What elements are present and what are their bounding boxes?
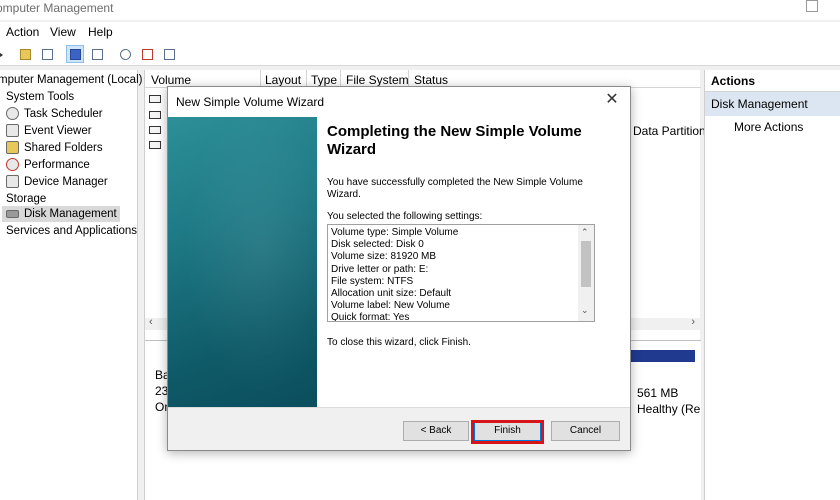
tree-item-label: Services and Applications bbox=[6, 225, 138, 237]
shared-folders-icon bbox=[6, 141, 19, 154]
more-actions-link[interactable]: More Actions bbox=[734, 120, 803, 134]
column-type[interactable]: Type bbox=[311, 73, 337, 87]
tree-item-storage[interactable]: Storage bbox=[6, 191, 46, 207]
dialog-footer: < Back Finish Cancel bbox=[168, 407, 630, 450]
list-view-icon[interactable] bbox=[160, 45, 178, 63]
menu-view[interactable]: View bbox=[50, 25, 76, 39]
tree-item-event-viewer[interactable]: Event Viewer bbox=[2, 123, 92, 139]
actions-pane: Actions Disk Management More Actions bbox=[704, 70, 840, 500]
volume-row-icon[interactable] bbox=[149, 95, 161, 103]
actions-section-disk-management[interactable]: Disk Management bbox=[705, 92, 840, 116]
tree-item-disk-management[interactable]: Disk Management bbox=[2, 206, 120, 222]
scrollbar-thumb[interactable] bbox=[581, 241, 591, 287]
dialog-titlebar: New Simple Volume Wizard ✕ bbox=[168, 87, 630, 117]
volume-row-icon[interactable] bbox=[149, 126, 161, 134]
device-manager-icon bbox=[6, 175, 19, 188]
settings-list: Volume type: Simple Volume Disk selected… bbox=[331, 227, 576, 322]
tree-item-device-manager[interactable]: Device Manager bbox=[2, 174, 108, 190]
back-button[interactable]: < Back bbox=[403, 421, 469, 441]
scroll-up-icon[interactable]: ⌃ bbox=[581, 227, 589, 238]
settings-scrollbar[interactable]: ⌃ ⌄ bbox=[578, 225, 594, 321]
tree-item-label: Storage bbox=[6, 193, 47, 205]
tree-item-label: System Tools bbox=[6, 91, 75, 103]
performance-icon bbox=[6, 158, 19, 171]
settings-label: You selected the following settings: bbox=[327, 211, 483, 222]
column-status[interactable]: Status bbox=[414, 73, 448, 87]
tree-item-performance[interactable]: Performance bbox=[2, 157, 90, 173]
help-icon[interactable] bbox=[66, 45, 84, 63]
setting-line: Volume size: 81920 MB bbox=[331, 251, 437, 263]
dialog-title: New Simple Volume Wizard bbox=[176, 95, 325, 109]
setting-line: Disk selected: Disk 0 bbox=[331, 239, 424, 251]
setting-line: Volume type: Simple Volume bbox=[331, 227, 459, 238]
setting-line: Volume label: New Volume bbox=[331, 300, 450, 312]
menu-help[interactable]: Help bbox=[88, 25, 113, 39]
setting-line: Quick format: Yes bbox=[331, 312, 410, 322]
wizard-heading: Completing the New Simple Volume Wizard bbox=[327, 123, 582, 158]
wizard-success-text: You have successfully completed the New … bbox=[327, 177, 583, 200]
volume-row-icon[interactable] bbox=[149, 141, 161, 149]
menu-bar: Action View Help bbox=[0, 22, 840, 42]
scroll-left-icon[interactable]: ‹ bbox=[149, 316, 153, 328]
tree-item-label: Disk Management bbox=[24, 208, 117, 220]
tree-item-label: Shared Folders bbox=[24, 142, 103, 154]
up-folder-icon[interactable] bbox=[16, 45, 34, 63]
properties-icon[interactable] bbox=[88, 45, 106, 63]
window-title: omputer Management bbox=[0, 1, 114, 15]
settings-listbox[interactable]: Volume type: Simple Volume Disk selected… bbox=[327, 224, 595, 322]
wizard-banner-image bbox=[168, 117, 318, 407]
tree-item-label: Task Scheduler bbox=[24, 108, 103, 120]
connect-icon[interactable] bbox=[116, 45, 134, 63]
event-viewer-icon bbox=[6, 124, 19, 137]
finish-highlight-box bbox=[471, 420, 544, 444]
disk-icon bbox=[6, 210, 19, 218]
console-tree: mputer Management (Local) System Tools T… bbox=[0, 70, 142, 500]
setting-line: File system: NTFS bbox=[331, 275, 414, 287]
tree-item-label: Event Viewer bbox=[24, 125, 92, 137]
volume-row-icon[interactable] bbox=[149, 111, 161, 119]
tree-item-shared-folders[interactable]: Shared Folders bbox=[2, 140, 103, 156]
partition-size: 561 MB bbox=[637, 386, 679, 400]
cancel-button[interactable]: Cancel bbox=[551, 421, 620, 441]
column-volume[interactable]: Volume bbox=[151, 73, 191, 87]
clock-icon bbox=[6, 107, 19, 120]
tree-item-system-tools[interactable]: System Tools bbox=[6, 89, 74, 105]
tree-item-label: Device Manager bbox=[24, 176, 108, 188]
window-titlebar: omputer Management bbox=[0, 0, 840, 20]
maximize-button[interactable] bbox=[806, 0, 818, 12]
tree-root[interactable]: mputer Management (Local) bbox=[0, 72, 142, 88]
close-instruction-text: To close this wizard, click Finish. bbox=[327, 337, 471, 348]
partition-status: Healthy (Re bbox=[637, 402, 701, 416]
close-icon[interactable]: ✕ bbox=[604, 92, 620, 108]
column-layout[interactable]: Layout bbox=[265, 73, 301, 87]
new-simple-volume-wizard-dialog: New Simple Volume Wizard ✕ Completing th… bbox=[167, 86, 631, 451]
volume-status-text: Data Partition bbox=[633, 124, 706, 138]
check-icon[interactable] bbox=[138, 45, 156, 63]
column-file-system[interactable]: File System bbox=[346, 73, 409, 87]
toolbar bbox=[0, 42, 840, 66]
partition-bar[interactable] bbox=[629, 350, 695, 362]
tree-item-services-and-applications[interactable]: Services and Applications bbox=[6, 223, 137, 239]
setting-line: Allocation unit size: Default bbox=[331, 288, 452, 300]
forward-icon[interactable] bbox=[0, 45, 10, 63]
tree-item-label: Performance bbox=[24, 159, 90, 171]
scroll-right-icon[interactable]: › bbox=[691, 316, 695, 328]
tree-item-task-scheduler[interactable]: Task Scheduler bbox=[2, 106, 103, 122]
actions-header: Actions bbox=[705, 70, 840, 92]
scroll-down-icon[interactable]: ⌄ bbox=[581, 305, 589, 316]
show-hide-tree-icon[interactable] bbox=[38, 45, 56, 63]
setting-line: Drive letter or path: E: bbox=[331, 263, 429, 275]
menu-action[interactable]: Action bbox=[6, 25, 39, 39]
